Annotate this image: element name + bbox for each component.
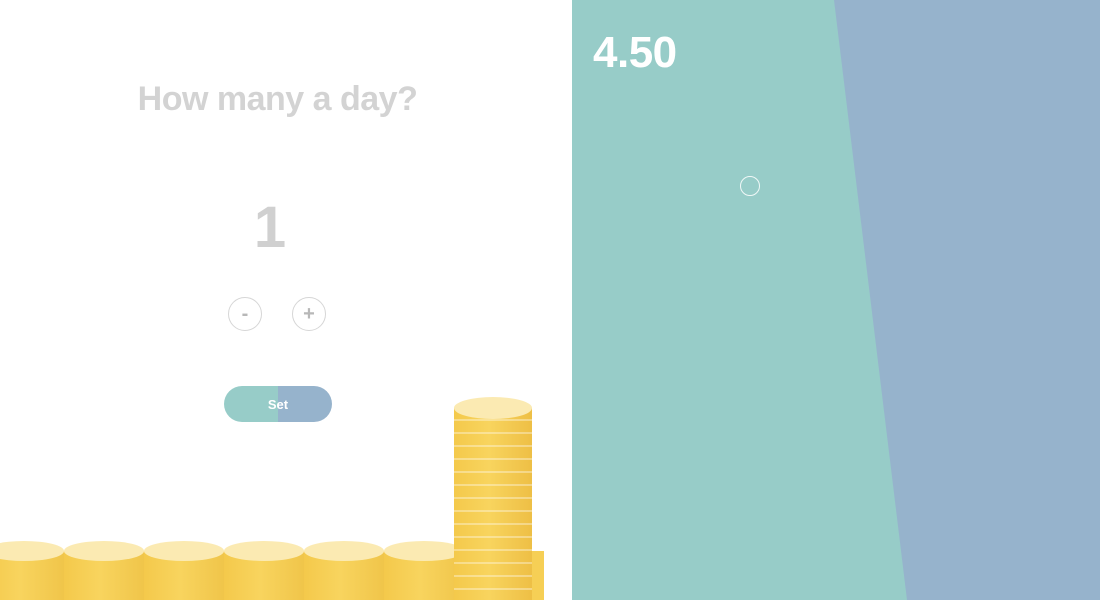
blue-region	[834, 0, 1100, 600]
question-heading: How many a day?	[137, 80, 418, 118]
amount-display: 4.50	[593, 28, 677, 77]
set-button[interactable]: Set	[224, 386, 332, 422]
result-panel: 4.50	[572, 0, 1100, 600]
coin-stack	[384, 541, 464, 600]
count-value: 1	[253, 195, 287, 260]
tall-coin-stack	[454, 397, 532, 600]
coin-stack	[532, 551, 544, 600]
coin-stack	[0, 541, 64, 600]
coin-stack	[144, 541, 224, 600]
coin-stack	[224, 541, 304, 600]
coin-stack	[304, 541, 384, 600]
app-root: How many a day? 1 - + Set 4.50	[0, 0, 1100, 600]
coin-stack	[64, 541, 144, 600]
counter-panel: How many a day? 1 - + Set	[0, 0, 572, 600]
decrement-button[interactable]: -	[228, 297, 262, 331]
diagonal-split-shape	[834, 0, 1100, 600]
increment-button[interactable]: +	[292, 297, 326, 331]
circle-handle-icon[interactable]	[740, 176, 760, 196]
